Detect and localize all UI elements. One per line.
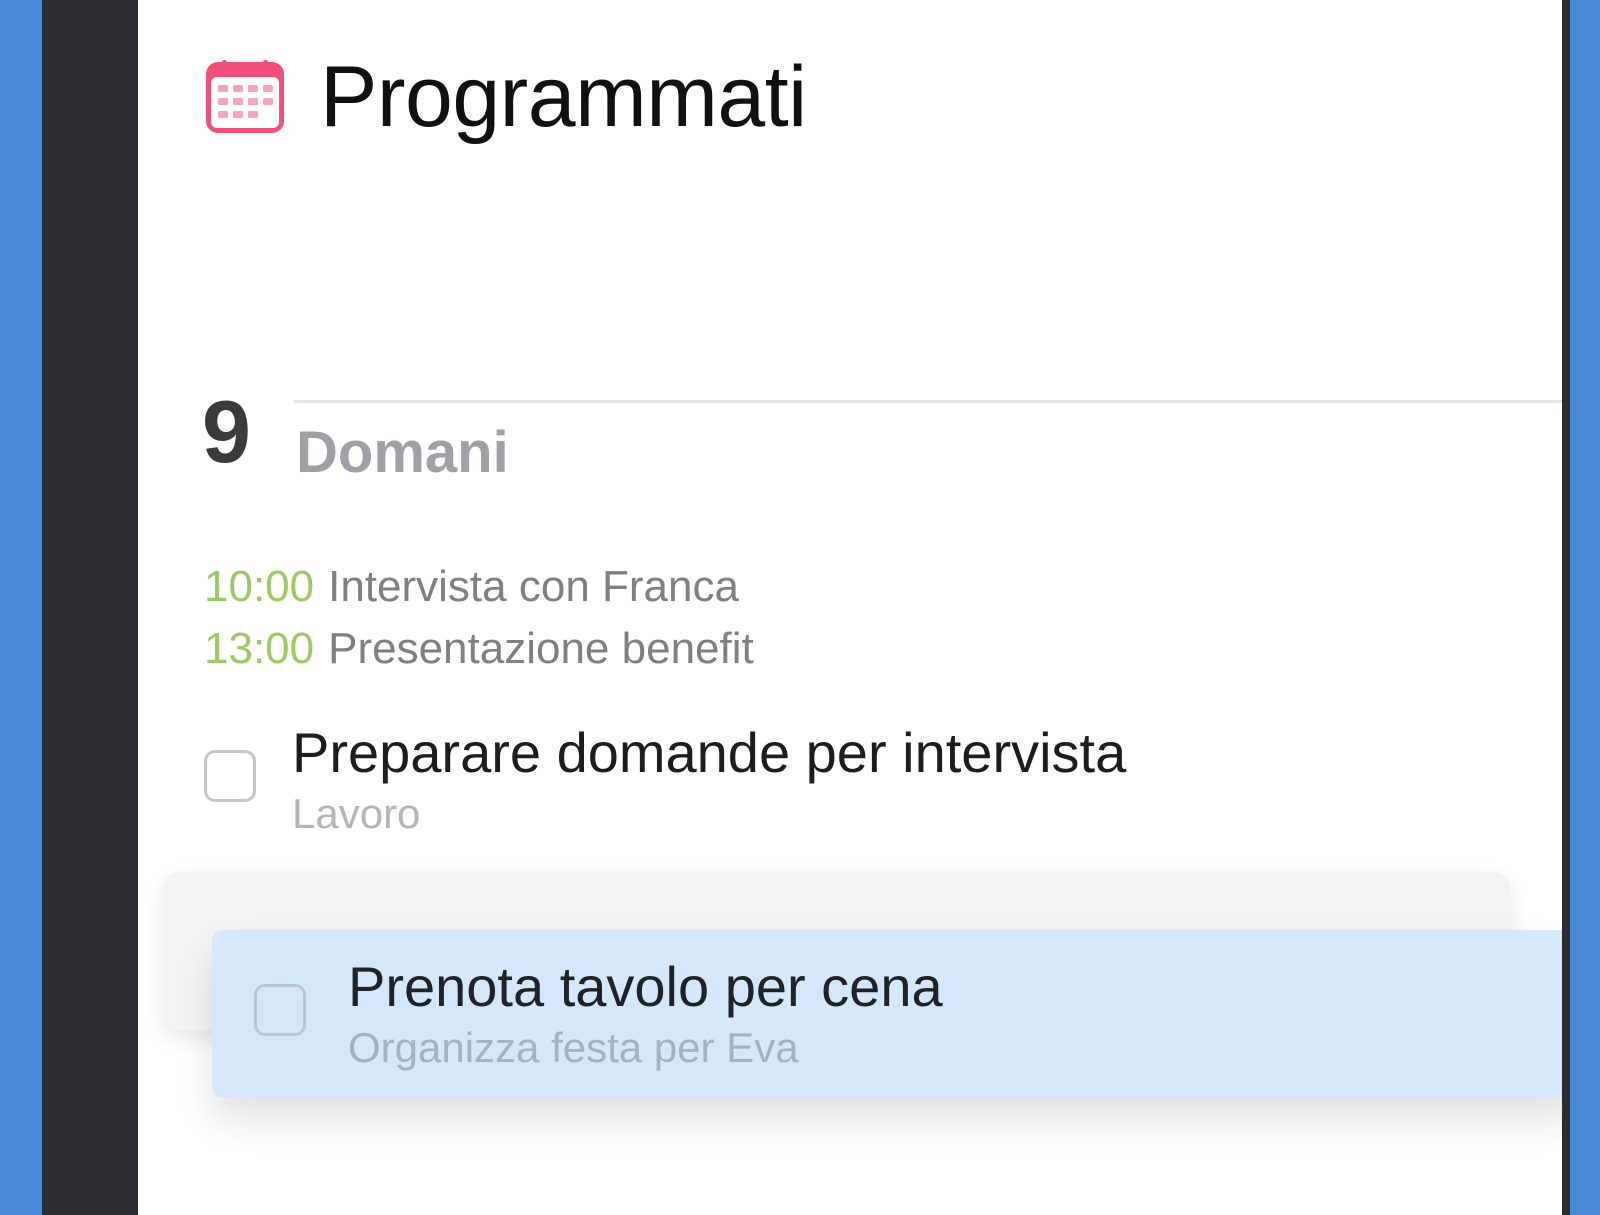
event-title: Presentazione benefit xyxy=(328,624,754,673)
reminders-screen: Programmati 9 Domani 10:00 Intervista co… xyxy=(138,0,1562,1215)
day-label: Domani xyxy=(296,420,509,485)
app-stage: Programmati 9 Domani 10:00 Intervista co… xyxy=(0,0,1600,1215)
task-title: Prenota tavolo per cena xyxy=(348,955,943,1018)
day-divider xyxy=(294,400,1562,403)
calendar-event: 10:00 Intervista con Franca xyxy=(204,556,754,618)
event-time: 10:00 xyxy=(204,562,315,611)
device-frame: Programmati 9 Domani 10:00 Intervista co… xyxy=(42,0,1570,1215)
day-section-header: 9 Domani xyxy=(202,388,1562,498)
task-checkbox[interactable] xyxy=(204,750,256,802)
task-list-name: Lavoro xyxy=(292,790,421,837)
calendar-icon xyxy=(206,60,284,133)
page-title: Programmati xyxy=(320,49,807,145)
event-time: 13:00 xyxy=(204,624,315,673)
task-row[interactable]: Preparare domande per intervista Lavoro xyxy=(204,718,1126,840)
calendar-events: 10:00 Intervista con Franca 13:00 Presen… xyxy=(204,556,754,680)
task-checkbox[interactable] xyxy=(254,984,306,1036)
day-number: 9 xyxy=(202,382,251,481)
calendar-event: 13:00 Presentazione benefit xyxy=(204,618,754,680)
event-title: Intervista con Franca xyxy=(328,562,739,611)
task-title: Preparare domande per intervista xyxy=(292,721,1127,784)
task-text: Prenota tavolo per cena Organizza festa … xyxy=(348,952,943,1074)
task-text: Preparare domande per intervista Lavoro xyxy=(292,718,1126,840)
dragged-task-row[interactable]: Prenota tavolo per cena Organizza festa … xyxy=(212,930,1562,1098)
page-header: Programmati xyxy=(204,52,807,142)
task-parent-name: Organizza festa per Eva xyxy=(348,1024,799,1071)
